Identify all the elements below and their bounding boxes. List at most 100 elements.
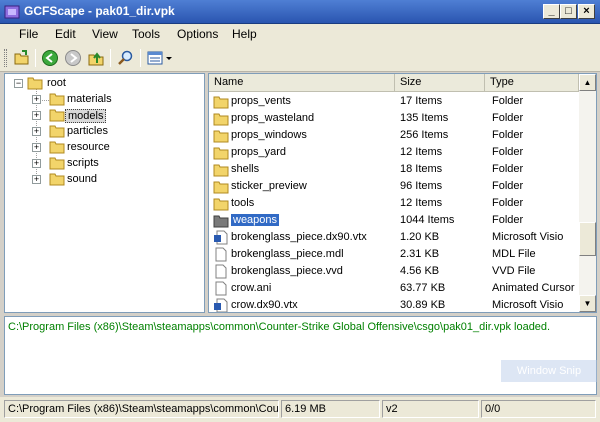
cell-name: props_vents bbox=[231, 95, 393, 107]
tree-item-materials[interactable]: + materials bbox=[5, 92, 204, 108]
view-mode-icon[interactable] bbox=[146, 49, 164, 67]
tree-label: scripts bbox=[67, 157, 99, 169]
list-row[interactable]: sticker_preview 96 Items Folder bbox=[209, 178, 579, 195]
list-row[interactable]: props_yard 12 Items Folder bbox=[209, 144, 579, 161]
expand-icon[interactable]: + bbox=[32, 159, 41, 168]
list-row[interactable]: brokenglass_piece.dx90.vtx 1.20 KB Microso… bbox=[209, 229, 579, 246]
list-row[interactable]: crow.ani 63.77 KB Animated Cursor bbox=[209, 280, 579, 297]
cell-name-text: brokenglass_piece.vvd bbox=[231, 265, 343, 277]
scroll-up-icon[interactable]: ▲ bbox=[579, 74, 596, 91]
cell-type: Folder bbox=[492, 95, 524, 107]
folder-icon bbox=[49, 173, 65, 186]
collapse-icon[interactable]: − bbox=[14, 79, 23, 88]
list-row[interactable]: brokenglass_piece.vvd 4.56 KB VVD File bbox=[209, 263, 579, 280]
tree-item-scripts[interactable]: + scripts bbox=[5, 156, 204, 172]
scroll-thumb[interactable] bbox=[579, 222, 596, 256]
toolbar-grip[interactable] bbox=[4, 49, 7, 67]
folder-icon bbox=[49, 93, 65, 106]
window-title: GCFScape - pak01_dir.vpk bbox=[24, 4, 175, 18]
tree-item-sound[interactable]: + sound bbox=[5, 172, 204, 188]
menu-help[interactable]: Help bbox=[232, 27, 257, 41]
cell-name-text: crow.dx90.vtx bbox=[231, 299, 298, 311]
forward-icon[interactable] bbox=[64, 49, 82, 67]
menu-edit[interactable]: Edit bbox=[55, 27, 76, 41]
menu-bar: File Edit View Tools Options Help bbox=[0, 24, 600, 44]
window-snip-overlay: Window Snip bbox=[501, 360, 597, 382]
cell-type: MDL File bbox=[492, 248, 536, 260]
column-header-type[interactable]: Type bbox=[485, 74, 579, 92]
cell-size: 2.31 KB bbox=[400, 248, 440, 260]
cell-name-text: props_windows bbox=[231, 129, 307, 141]
cell-type: Folder bbox=[492, 146, 524, 158]
folder-icon bbox=[49, 109, 65, 122]
expand-icon[interactable]: + bbox=[32, 95, 41, 104]
menu-view[interactable]: View bbox=[92, 27, 118, 41]
tree-label: root bbox=[47, 77, 66, 89]
minimize-button[interactable]: _ bbox=[543, 4, 560, 19]
tree-label: resource bbox=[67, 141, 110, 153]
tree-label: materials bbox=[67, 93, 112, 105]
cell-name-text: brokenglass_piece.mdl bbox=[231, 248, 344, 260]
cell-type: Microsoft Visio bbox=[492, 299, 564, 311]
list-row[interactable]: crow.dx90.vtx 30.89 KB Microsoft Visio bbox=[209, 297, 579, 312]
cell-name: shells bbox=[231, 163, 393, 175]
tree-item-models[interactable]: + models bbox=[5, 108, 204, 124]
cell-type: Folder bbox=[492, 214, 524, 226]
dropdown-arrow-icon[interactable] bbox=[164, 49, 174, 67]
cell-name-text: props_vents bbox=[231, 95, 291, 107]
cell-name-text: sticker_preview bbox=[231, 180, 307, 192]
cell-name: brokenglass_piece.vvd bbox=[231, 265, 393, 277]
cell-name: brokenglass_piece.mdl bbox=[231, 248, 393, 260]
cell-type: Folder bbox=[492, 163, 524, 175]
list-row[interactable]: shells 18 Items Folder bbox=[209, 161, 579, 178]
list-row[interactable]: tools 12 Items Folder bbox=[209, 195, 579, 212]
find-icon[interactable] bbox=[117, 49, 135, 67]
tree-item-resource[interactable]: + resource bbox=[5, 140, 204, 156]
menu-file[interactable]: File bbox=[19, 27, 38, 41]
cell-name-text: brokenglass_piece.dx90.vtx bbox=[231, 231, 367, 243]
cell-name: props_wasteland bbox=[231, 112, 393, 124]
column-header-size[interactable]: Size bbox=[395, 74, 485, 92]
list-row[interactable]: props_windows 256 Items Folder bbox=[209, 127, 579, 144]
file-icon bbox=[215, 281, 227, 296]
status-bar: C:\Program Files (x86)\Steam\steamapps\c… bbox=[0, 397, 600, 422]
scroll-down-icon[interactable]: ▼ bbox=[579, 295, 596, 312]
folder-icon bbox=[27, 77, 43, 90]
status-path: C:\Program Files (x86)\Steam\steamapps\c… bbox=[4, 400, 279, 418]
list-row[interactable]: brokenglass_piece.mdl 2.31 KB MDL File bbox=[209, 246, 579, 263]
folder-icon bbox=[213, 198, 229, 211]
tree-label: particles bbox=[67, 125, 108, 137]
log-panel: C:\Program Files (x86)\Steam\steamapps\c… bbox=[4, 316, 597, 395]
menu-options[interactable]: Options bbox=[177, 27, 218, 41]
expand-icon[interactable]: + bbox=[32, 175, 41, 184]
cell-name-text: shells bbox=[231, 163, 260, 175]
vertical-scrollbar[interactable]: ▲ ▼ bbox=[579, 74, 596, 312]
column-header-name[interactable]: Name bbox=[209, 74, 395, 92]
file-list[interactable]: Name Size Type props_vents 17 Items Folder… bbox=[208, 73, 597, 313]
folder-tree[interactable]: − root + materials + models + particles … bbox=[4, 73, 205, 313]
toolbar bbox=[0, 44, 600, 72]
cell-name: crow.ani bbox=[231, 282, 393, 294]
status-count: 0/0 bbox=[481, 400, 596, 418]
open-folder-icon[interactable] bbox=[13, 49, 31, 67]
list-row[interactable]: weapons 1044 Items Folder bbox=[209, 212, 579, 229]
expand-icon[interactable]: + bbox=[32, 111, 41, 120]
cell-size: 17 Items bbox=[400, 95, 443, 107]
menu-tools[interactable]: Tools bbox=[132, 27, 160, 41]
app-icon bbox=[4, 5, 20, 19]
back-icon[interactable] bbox=[41, 49, 59, 67]
expand-icon[interactable]: + bbox=[32, 143, 41, 152]
cell-name: brokenglass_piece.dx90.vtx bbox=[231, 231, 393, 243]
tree-item-root[interactable]: − root bbox=[5, 76, 204, 92]
visio-file-icon bbox=[214, 298, 228, 312]
folder-icon bbox=[213, 164, 229, 177]
close-button[interactable]: × bbox=[578, 4, 595, 19]
cell-size: 1044 Items bbox=[400, 214, 455, 226]
list-row[interactable]: props_wasteland 135 Items Folder bbox=[209, 110, 579, 127]
expand-icon[interactable]: + bbox=[32, 127, 41, 136]
maximize-button[interactable]: □ bbox=[560, 4, 577, 19]
list-row[interactable]: props_vents 17 Items Folder bbox=[209, 93, 579, 110]
up-folder-icon[interactable] bbox=[87, 49, 105, 67]
cell-size: 18 Items bbox=[400, 163, 443, 175]
tree-item-particles[interactable]: + particles bbox=[5, 124, 204, 140]
